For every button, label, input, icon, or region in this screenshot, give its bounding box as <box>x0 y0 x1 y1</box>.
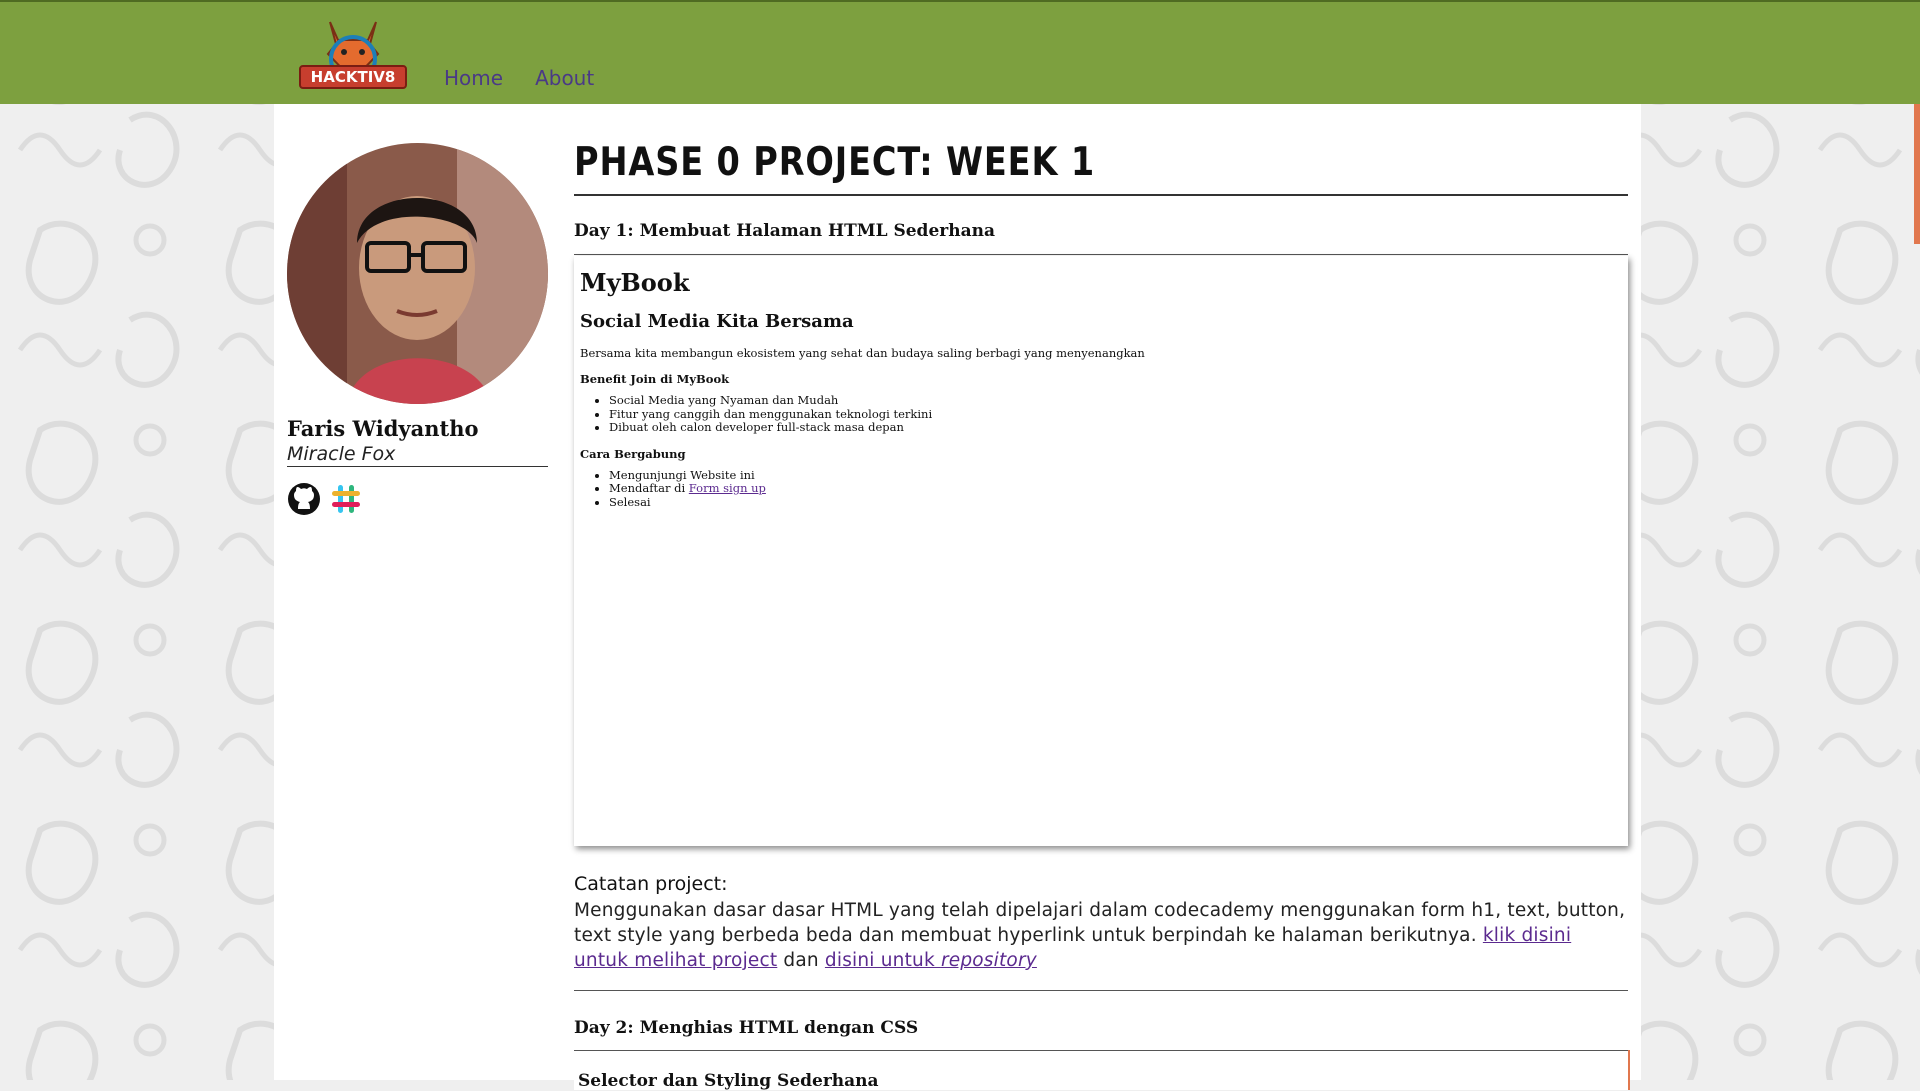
list-item: Social Media yang Nyaman dan Mudah <box>609 393 1622 408</box>
preview-benefit-list: Social Media yang Nyaman dan Mudah Fitur… <box>580 393 1622 435</box>
page-title: PHASE 0 PROJECT: WEEK 1 <box>574 140 1096 185</box>
profile-divider <box>287 466 548 467</box>
preview-join-title: Cara Bergabung <box>580 446 686 461</box>
day1-divider <box>574 254 1628 255</box>
preview-benefit-title: Benefit Join di MyBook <box>580 372 730 386</box>
day2-title: Day 2: Menghias HTML dengan CSS <box>574 1018 919 1038</box>
notes-conjunction: dan <box>783 950 819 971</box>
day1-project-preview[interactable]: MyBook Social Media Kita Bersama Bersama… <box>574 256 1628 846</box>
list-item: Mendaftar di Form sign up <box>609 481 1622 496</box>
preview-intro: Bersama kita membangun ekosistem yang se… <box>580 346 1145 360</box>
day2-project-preview[interactable]: Selector dan Styling Sederhana <box>574 1050 1628 1091</box>
day1-end-divider <box>574 990 1628 991</box>
slack-icon[interactable] <box>329 482 363 516</box>
list-item: Fitur yang canggih dan menggunakan tekno… <box>609 407 1622 422</box>
form-signup-link[interactable]: Form sign up <box>689 481 766 495</box>
notes-body: Menggunakan dasar dasar HTML yang telah … <box>574 898 1628 973</box>
list-item: Mengunjungi Website ini <box>609 468 1622 483</box>
day1-title: Day 1: Membuat Halaman HTML Sederhana <box>574 221 995 241</box>
list-item: Selesai <box>609 495 1622 510</box>
top-navbar: HACKTIV8 Home About <box>0 0 1920 104</box>
profile-name: Faris Widyantho <box>287 416 479 441</box>
repository-link-text: disini untuk <box>824 950 941 971</box>
list-item: Dibuat oleh calon developer full-stack m… <box>609 420 1622 435</box>
title-divider <box>574 194 1628 196</box>
nav-home-link[interactable]: Home <box>444 66 503 90</box>
day2-preview-heading: Selector dan Styling Sederhana <box>578 1071 879 1091</box>
social-links <box>287 482 363 516</box>
preview-subheading: Social Media Kita Bersama <box>580 311 854 332</box>
scrollbar-thumb[interactable] <box>1914 104 1920 244</box>
github-icon[interactable] <box>287 482 321 516</box>
nav-about-link[interactable]: About <box>535 66 594 90</box>
preview-heading: MyBook <box>580 268 690 297</box>
main-nav: Home About <box>444 66 594 90</box>
notes-title: Catatan project: <box>574 873 728 895</box>
preview-join-list: Mengunjungi Website ini Mendaftar di For… <box>580 468 1622 510</box>
hacktiv8-logo[interactable]: HACKTIV8 <box>298 14 408 94</box>
profile-nickname: Miracle Fox <box>287 443 396 465</box>
repository-link-em: repository <box>940 950 1037 971</box>
profile-avatar <box>287 143 548 404</box>
repository-link[interactable]: disini untuk repository <box>825 950 1037 971</box>
join-step-text: Mendaftar di <box>609 481 689 495</box>
svg-text:HACKTIV8: HACKTIV8 <box>311 68 396 86</box>
notes-text: Menggunakan dasar dasar HTML yang telah … <box>574 900 1626 946</box>
